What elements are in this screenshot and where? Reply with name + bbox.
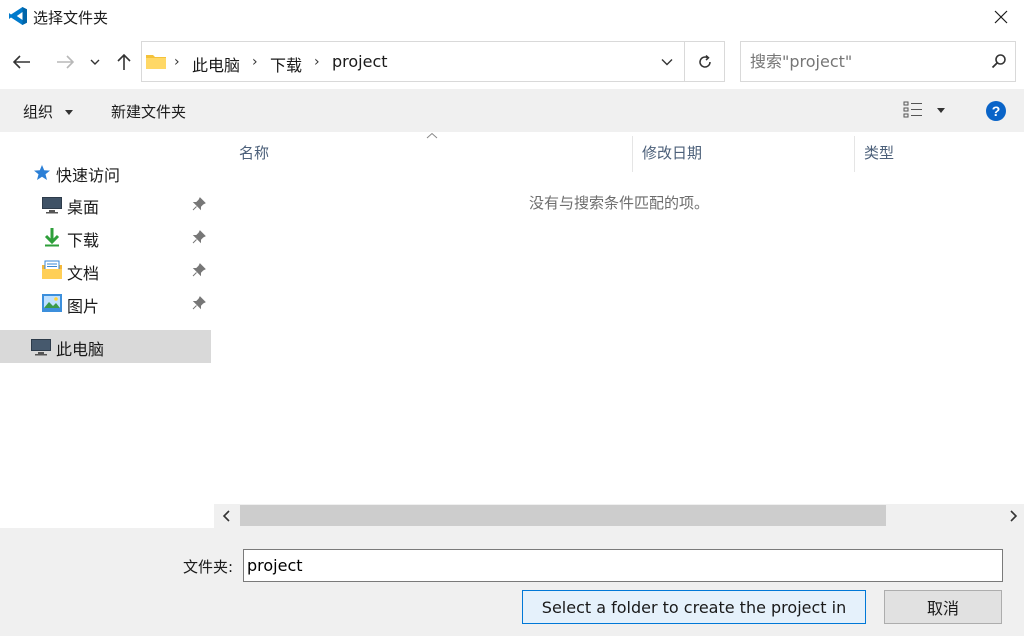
caret-down-icon xyxy=(64,110,73,115)
command-bar: 组织 新建文件夹 xyxy=(0,89,1024,132)
arrow-right-icon xyxy=(57,55,74,69)
sort-ascending-icon xyxy=(426,132,438,139)
chevron-down-icon xyxy=(90,59,100,65)
arrow-up-icon xyxy=(117,53,131,70)
close-icon xyxy=(994,10,1008,24)
refresh-button[interactable] xyxy=(685,42,725,81)
pin-icon[interactable] xyxy=(192,197,206,211)
sidebar-item-downloads[interactable]: 下载 xyxy=(0,221,214,254)
chevron-down-icon xyxy=(661,58,672,65)
pin-icon[interactable] xyxy=(192,296,206,310)
cancel-button[interactable]: 取消 xyxy=(884,590,1002,624)
breadcrumb-this-pc[interactable]: 此电脑 xyxy=(192,52,240,76)
column-header-type[interactable]: 类型 xyxy=(864,142,894,163)
up-button[interactable] xyxy=(111,48,137,76)
computer-icon xyxy=(31,339,51,356)
sidebar-item-label: 桌面 xyxy=(67,198,100,217)
new-folder-button[interactable]: 新建文件夹 xyxy=(111,101,186,122)
scroll-right-icon[interactable] xyxy=(1006,508,1020,524)
select-folder-button[interactable]: Select a folder to create the project in xyxy=(522,590,866,624)
sidebar-item-label: 下载 xyxy=(67,231,100,250)
title-bar: 选择文件夹 xyxy=(0,0,1024,34)
sidebar-item-label: 文档 xyxy=(67,264,100,283)
column-divider[interactable] xyxy=(854,136,855,172)
star-icon xyxy=(34,165,50,180)
vscode-icon xyxy=(9,7,27,25)
scrollbar-thumb[interactable] xyxy=(240,505,886,526)
folder-label: 文件夹: xyxy=(183,558,234,576)
svg-text:?: ? xyxy=(992,103,1001,119)
help-icon[interactable]: ? xyxy=(986,101,1006,121)
horizontal-scrollbar[interactable] xyxy=(214,504,1024,528)
sidebar-item-label: 此电脑 xyxy=(56,340,105,359)
breadcrumb-downloads[interactable]: 下载 xyxy=(270,52,302,76)
organize-button[interactable]: 组织 xyxy=(23,101,73,122)
folder-name-input[interactable] xyxy=(243,549,1003,582)
breadcrumb-separator: › xyxy=(174,54,180,70)
search-input[interactable] xyxy=(741,42,977,81)
back-button[interactable] xyxy=(9,48,35,76)
breadcrumb-separator: › xyxy=(314,54,320,70)
sidebar-item-label: 快速访问 xyxy=(56,166,121,185)
breadcrumb-separator: › xyxy=(252,54,258,70)
search-box[interactable] xyxy=(740,41,1016,82)
breadcrumb-project[interactable]: project xyxy=(332,52,388,71)
desktop-icon xyxy=(42,197,62,214)
sidebar-item-quick-access[interactable]: 快速访问 xyxy=(0,156,214,189)
close-button[interactable] xyxy=(978,0,1024,34)
caret-down-icon xyxy=(937,108,945,113)
arrow-left-icon xyxy=(13,55,30,69)
column-header-modified[interactable]: 修改日期 xyxy=(642,142,702,163)
window-title: 选择文件夹 xyxy=(33,9,109,27)
search-icon[interactable] xyxy=(991,53,1007,69)
refresh-icon xyxy=(699,54,711,68)
view-options-button[interactable] xyxy=(903,99,951,121)
pictures-icon xyxy=(42,294,62,312)
sidebar-item-documents[interactable]: 文档 xyxy=(0,254,214,287)
documents-icon xyxy=(42,260,62,279)
navigation-pane: 快速访问 桌面 下载 文档 图片 此电脑 xyxy=(0,132,214,528)
file-list: 名称 修改日期 类型 没有与搜索条件匹配的项。 xyxy=(214,132,1024,504)
sidebar-item-pictures[interactable]: 图片 xyxy=(0,287,214,320)
scroll-left-icon[interactable] xyxy=(220,508,234,524)
recent-locations-button[interactable] xyxy=(84,48,106,76)
pin-icon[interactable] xyxy=(192,230,206,244)
forward-button[interactable] xyxy=(52,48,78,76)
folder-icon xyxy=(146,55,166,69)
pin-icon[interactable] xyxy=(192,263,206,277)
sidebar-item-label: 图片 xyxy=(67,297,100,316)
address-bar[interactable]: › 此电脑 › 下载 › project xyxy=(141,41,725,82)
empty-message: 没有与搜索条件匹配的项。 xyxy=(528,194,709,212)
view-details-icon xyxy=(903,101,922,118)
address-dropdown-button[interactable] xyxy=(649,42,684,81)
dialog-footer: 文件夹: Select a folder to create the proje… xyxy=(0,528,1024,636)
organize-label: 组织 xyxy=(23,103,54,121)
column-divider[interactable] xyxy=(632,136,633,172)
sidebar-item-this-pc[interactable]: 此电脑 xyxy=(0,330,211,363)
column-header-name[interactable]: 名称 xyxy=(239,142,269,163)
download-icon xyxy=(44,228,60,247)
sidebar-item-desktop[interactable]: 桌面 xyxy=(0,188,214,221)
